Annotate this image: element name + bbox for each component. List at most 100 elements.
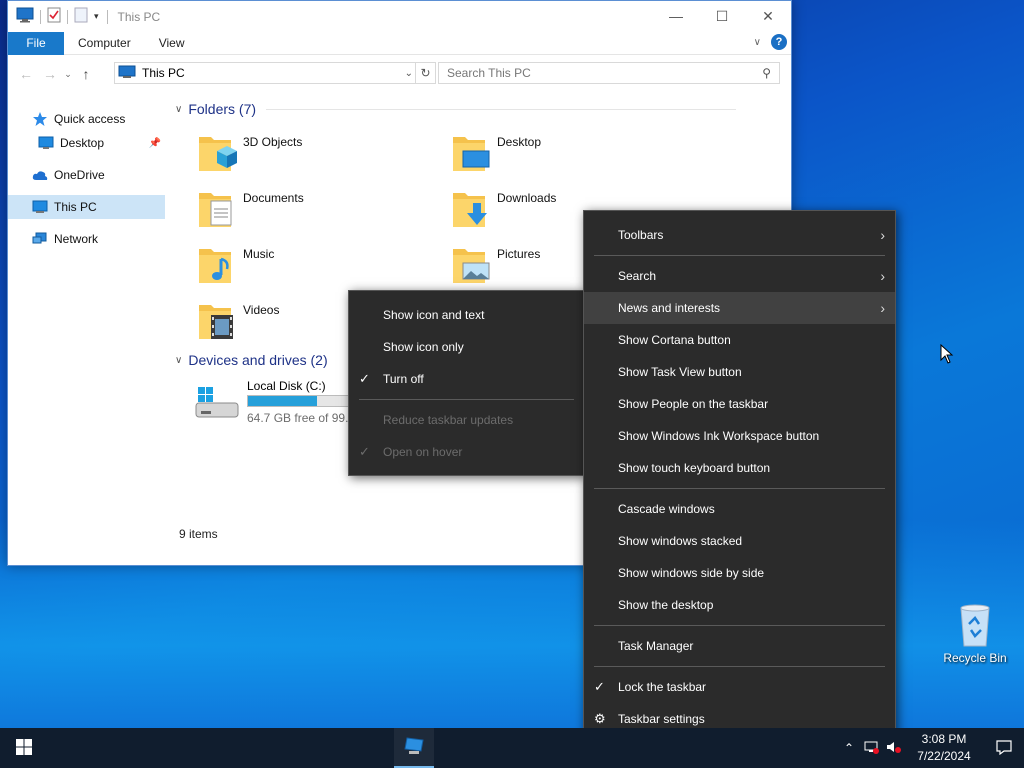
divider <box>40 9 41 24</box>
folder-name: Music <box>243 247 275 261</box>
recent-locations-chevron-icon[interactable]: ⌄ <box>62 69 74 80</box>
menu-item-toolbars[interactable]: Toolbars › <box>584 219 895 251</box>
menu-item-reduce-taskbar-updates: Reduce taskbar updates <box>349 404 584 436</box>
collapse-chevron-icon: ∨ <box>175 103 183 115</box>
menu-item-label: Show icon only <box>383 340 464 354</box>
folder-3d-objects-icon <box>197 131 237 176</box>
menu-item-label: Toolbars <box>618 228 664 242</box>
gear-icon: ⚙ <box>594 711 606 726</box>
divider <box>67 9 68 24</box>
menu-item-search[interactable]: Search › <box>584 260 895 292</box>
folders-group-header[interactable]: ∨ Folders (7) <box>175 101 775 117</box>
folder-name: Pictures <box>497 247 541 261</box>
menu-item-windows-side-by-side[interactable]: Show windows side by side <box>584 557 895 589</box>
menu-item-show-task-view-button[interactable]: Show Task View button <box>584 356 895 388</box>
tab-file[interactable]: File <box>8 31 64 55</box>
nav-label: This PC <box>54 200 97 214</box>
forward-arrow-icon[interactable]: → <box>38 66 62 82</box>
network-icon[interactable] <box>860 740 882 757</box>
menu-item-label: Show windows stacked <box>618 534 743 548</box>
check-icon: ✓ <box>359 371 370 386</box>
mouse-cursor-icon <box>940 343 954 367</box>
window-controls: — ☐ ✕ <box>653 1 791 31</box>
action-center-button[interactable] <box>984 739 1024 758</box>
news-submenu: Show icon and text Show icon only ✓ Turn… <box>348 290 585 476</box>
minimize-button[interactable]: — <box>653 1 699 31</box>
menu-item-show-ink-workspace[interactable]: Show Windows Ink Workspace button <box>584 420 895 452</box>
tab-view[interactable]: View <box>145 36 199 50</box>
nav-item-network[interactable]: Network <box>8 227 165 251</box>
menu-item-show-icon-and-text[interactable]: Show icon and text <box>349 299 584 331</box>
folder-3d-objects[interactable]: 3D Objects <box>197 131 427 181</box>
address-dropdown-chevron-icon[interactable]: ⌄ <box>405 68 413 79</box>
clock-time: 3:08 PM <box>921 732 967 746</box>
expand-ribbon-chevron-icon[interactable]: ∨ <box>754 37 761 48</box>
new-folder-icon[interactable] <box>74 7 88 26</box>
notification-icon <box>996 739 1012 758</box>
menu-item-task-manager[interactable]: Task Manager <box>584 630 895 662</box>
start-button[interactable] <box>0 728 48 768</box>
menu-item-turn-off[interactable]: ✓ Turn off <box>349 363 584 395</box>
nav-item-quick-access[interactable]: Quick access <box>8 107 165 131</box>
recycle-bin[interactable]: Recycle Bin <box>940 602 1010 665</box>
menu-item-open-on-hover: ✓ Open on hover <box>349 436 584 468</box>
tab-computer[interactable]: Computer <box>64 36 145 50</box>
computer-icon <box>118 65 136 82</box>
nav-label: Network <box>54 232 99 246</box>
nav-item-this-pc[interactable]: This PC <box>8 195 165 219</box>
search-icon: ⚲ <box>762 66 771 80</box>
address-bar[interactable]: This PC ⌄ ↻ <box>114 62 436 84</box>
check-icon: ✓ <box>359 444 370 459</box>
menu-item-show-touch-keyboard[interactable]: Show touch keyboard button <box>584 452 895 484</box>
folder-name: Documents <box>243 191 304 205</box>
nav-item-desktop[interactable]: Desktop 📌 <box>8 131 165 155</box>
menu-item-windows-stacked[interactable]: Show windows stacked <box>584 525 895 557</box>
menu-divider <box>594 255 885 256</box>
show-hidden-icons-chevron-icon[interactable]: ⌃ <box>838 741 860 755</box>
star-icon <box>32 111 48 127</box>
menu-item-label: Show Cortana button <box>618 333 731 347</box>
menu-item-show-desktop[interactable]: Show the desktop <box>584 589 895 621</box>
title-bar[interactable]: ▾ This PC — ☐ ✕ <box>8 1 791 32</box>
close-button[interactable]: ✕ <box>745 1 791 31</box>
network-icon <box>32 232 48 246</box>
menu-item-label: Lock the taskbar <box>618 680 707 694</box>
customize-toolbar-chevron-icon[interactable]: ▾ <box>94 11 99 22</box>
menu-item-news-and-interests[interactable]: News and interests › <box>584 292 895 324</box>
search-input[interactable]: Search This PC ⚲ <box>438 62 780 84</box>
pin-icon[interactable]: 📌 <box>149 138 161 149</box>
desktop-icon <box>38 136 54 150</box>
menu-item-show-cortana-button[interactable]: Show Cortana button <box>584 324 895 356</box>
maximize-button[interactable]: ☐ <box>699 1 745 31</box>
ribbon: File Computer View ∨ ? <box>8 31 791 55</box>
folder-desktop-icon <box>451 131 491 176</box>
properties-icon[interactable] <box>47 7 61 26</box>
folder-documents[interactable]: Documents <box>197 187 427 237</box>
drive-icon <box>195 387 239 424</box>
help-icon[interactable]: ? <box>771 34 787 50</box>
menu-item-label: Show windows side by side <box>618 566 765 580</box>
folders-header-text: Folders (7) <box>188 101 257 117</box>
menu-item-cascade-windows[interactable]: Cascade windows <box>584 493 895 525</box>
menu-item-label: Open on hover <box>383 445 463 459</box>
drives-group-header[interactable]: ∨ Devices and drives (2) <box>175 352 375 368</box>
menu-item-show-people[interactable]: Show People on the taskbar <box>584 388 895 420</box>
windows-logo-icon <box>16 738 32 758</box>
back-arrow-icon[interactable]: ← <box>14 66 38 82</box>
menu-item-label: Show Windows Ink Workspace button <box>618 429 820 443</box>
status-bar-text: 9 items <box>179 527 218 541</box>
clock[interactable]: 3:08 PM 7/22/2024 <box>904 731 984 765</box>
folder-desktop[interactable]: Desktop <box>451 131 681 181</box>
refresh-icon[interactable]: ↻ <box>415 63 435 83</box>
nav-item-onedrive[interactable]: OneDrive <box>8 163 165 187</box>
chevron-right-icon: › <box>880 300 885 316</box>
computer-icon <box>32 200 48 214</box>
drive-usage-fill <box>248 396 318 406</box>
menu-item-show-icon-only[interactable]: Show icon only <box>349 331 584 363</box>
taskbar[interactable]: ⌃ 3:08 PM 7/22/2024 <box>0 728 1024 768</box>
menu-item-lock-taskbar[interactable]: ✓ Lock the taskbar <box>584 671 895 703</box>
up-arrow-icon[interactable]: ↑ <box>74 66 98 82</box>
volume-icon[interactable] <box>882 740 904 757</box>
folder-music[interactable]: Music <box>197 243 427 293</box>
taskbar-app-this-pc[interactable] <box>394 728 434 768</box>
